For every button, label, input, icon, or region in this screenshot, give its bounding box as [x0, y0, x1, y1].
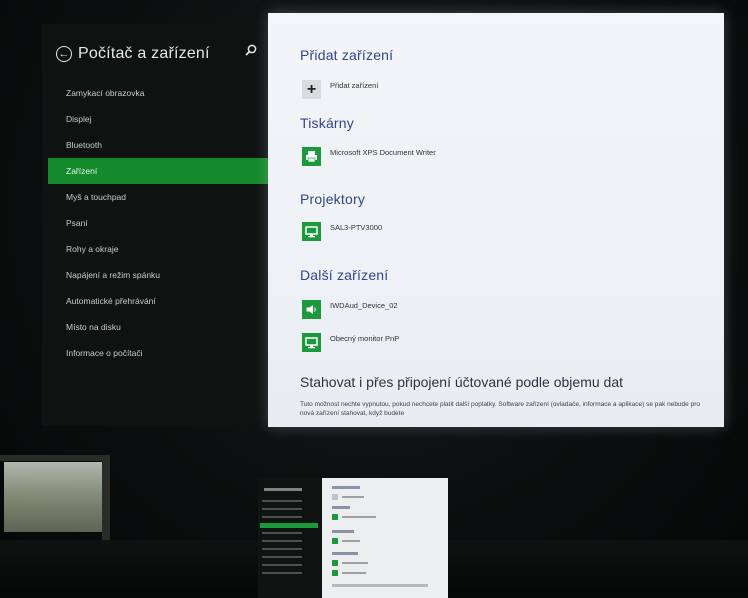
- thumbnail-nav-item-selected: [260, 523, 318, 528]
- thumbnail-content: [322, 478, 448, 598]
- device-label: IWDAud_Device_02: [330, 301, 398, 310]
- thumbnail-heading: [332, 552, 358, 555]
- thumbnail-icon: [332, 514, 338, 520]
- thumbnail-icon: [332, 560, 338, 566]
- laptop-screen-thumbnail: [258, 478, 448, 598]
- thumbnail-nav-item: [262, 508, 302, 510]
- back-arrow-icon[interactable]: ←: [56, 46, 72, 62]
- device-row-pnp-monitor[interactable]: Obecný monitor PnP: [302, 333, 399, 352]
- device-row-xps-writer[interactable]: Microsoft XPS Document Writer: [302, 147, 436, 166]
- thumbnail-nav-item: [262, 572, 302, 574]
- thumbnail-text: [342, 516, 376, 518]
- thumbnail-nav-item: [262, 564, 302, 566]
- thumbnail-nav-item: [262, 540, 302, 542]
- plus-icon: +: [302, 80, 321, 99]
- printer-icon: [302, 147, 321, 166]
- monitor-icon: [302, 333, 321, 352]
- device-label: Microsoft XPS Document Writer: [330, 148, 436, 157]
- device-label: Obecný monitor PnP: [330, 334, 400, 343]
- sidebar-item-disk-space[interactable]: Místo na disku: [48, 314, 268, 340]
- sidebar-item-bluetooth[interactable]: Bluetooth: [48, 132, 268, 158]
- add-device-label: Přidat zařízení: [330, 81, 379, 90]
- window-frame: [0, 455, 110, 545]
- sidebar-item-lock-screen[interactable]: Zamykací obrazovka: [48, 80, 268, 106]
- thumbnail-text: [342, 562, 368, 564]
- metered-download-heading: Stahovat i přes připojení účtované podle…: [300, 374, 623, 390]
- sidebar-item-pc-info[interactable]: Informace o počítači: [48, 340, 268, 366]
- speaker-icon: [302, 300, 321, 319]
- sidebar-item-power-sleep[interactable]: Napájení a režim spánku: [48, 262, 268, 288]
- add-device-button[interactable]: + Přidat zařízení: [302, 80, 378, 99]
- sidebar-item-autoplay[interactable]: Automatické přehrávání: [48, 288, 268, 314]
- sidebar-item-devices[interactable]: Zařízení: [48, 158, 268, 184]
- thumbnail-icon: [332, 538, 338, 544]
- thumbnail-heading: [332, 506, 350, 509]
- printers-heading: Tiskárny: [300, 115, 354, 131]
- sidebar-item-typing[interactable]: Psaní: [48, 210, 268, 236]
- thumbnail-nav-item: [262, 548, 302, 550]
- device-row-iwd-audio[interactable]: IWDAud_Device_02: [302, 300, 398, 319]
- device-row-projector[interactable]: SAL3-PTV3000: [302, 222, 382, 241]
- thumbnail-sidebar: [258, 478, 322, 598]
- other-devices-heading: Další zařízení: [300, 267, 389, 283]
- thumbnail-text: [342, 540, 360, 542]
- projectors-heading: Projektory: [300, 191, 366, 207]
- device-label: SAL3-PTV3000: [330, 223, 383, 232]
- sidebar-title: Počítač a zařízení: [78, 45, 210, 62]
- thumbnail-text: [342, 572, 366, 574]
- thumbnail-heading: [332, 584, 428, 587]
- thumbnail-icon: [332, 570, 338, 576]
- thumbnail-nav-item: [262, 516, 302, 518]
- thumbnail-icon: [332, 494, 338, 500]
- sidebar-nav: Zamykací obrazovka Displej Bluetooth Zař…: [48, 80, 268, 366]
- monitor-icon: [302, 222, 321, 241]
- thumbnail-text: [342, 496, 364, 498]
- sidebar-item-mouse-touchpad[interactable]: Myš a touchpad: [48, 184, 268, 210]
- devices-content-pane: Přidat zařízení + Přidat zařízení Tiskár…: [268, 13, 724, 427]
- thumbnail-nav-item: [262, 556, 302, 558]
- sidebar-item-corners-edges[interactable]: Rohy a okraje: [48, 236, 268, 262]
- metered-download-description: Tuto možnost nechte vypnutou, pokud nech…: [300, 401, 700, 417]
- thumbnail-nav-item: [262, 532, 302, 534]
- search-icon[interactable]: [244, 43, 258, 57]
- thumbnail-heading: [332, 486, 360, 489]
- sidebar-item-display[interactable]: Displej: [48, 106, 268, 132]
- thumbnail-heading: [332, 530, 354, 533]
- thumbnail-nav-item: [262, 500, 302, 502]
- add-device-heading: Přidat zařízení: [300, 47, 394, 63]
- thumbnail-title: [264, 488, 302, 491]
- sidebar-header: ← Počítač a zařízení: [56, 42, 210, 66]
